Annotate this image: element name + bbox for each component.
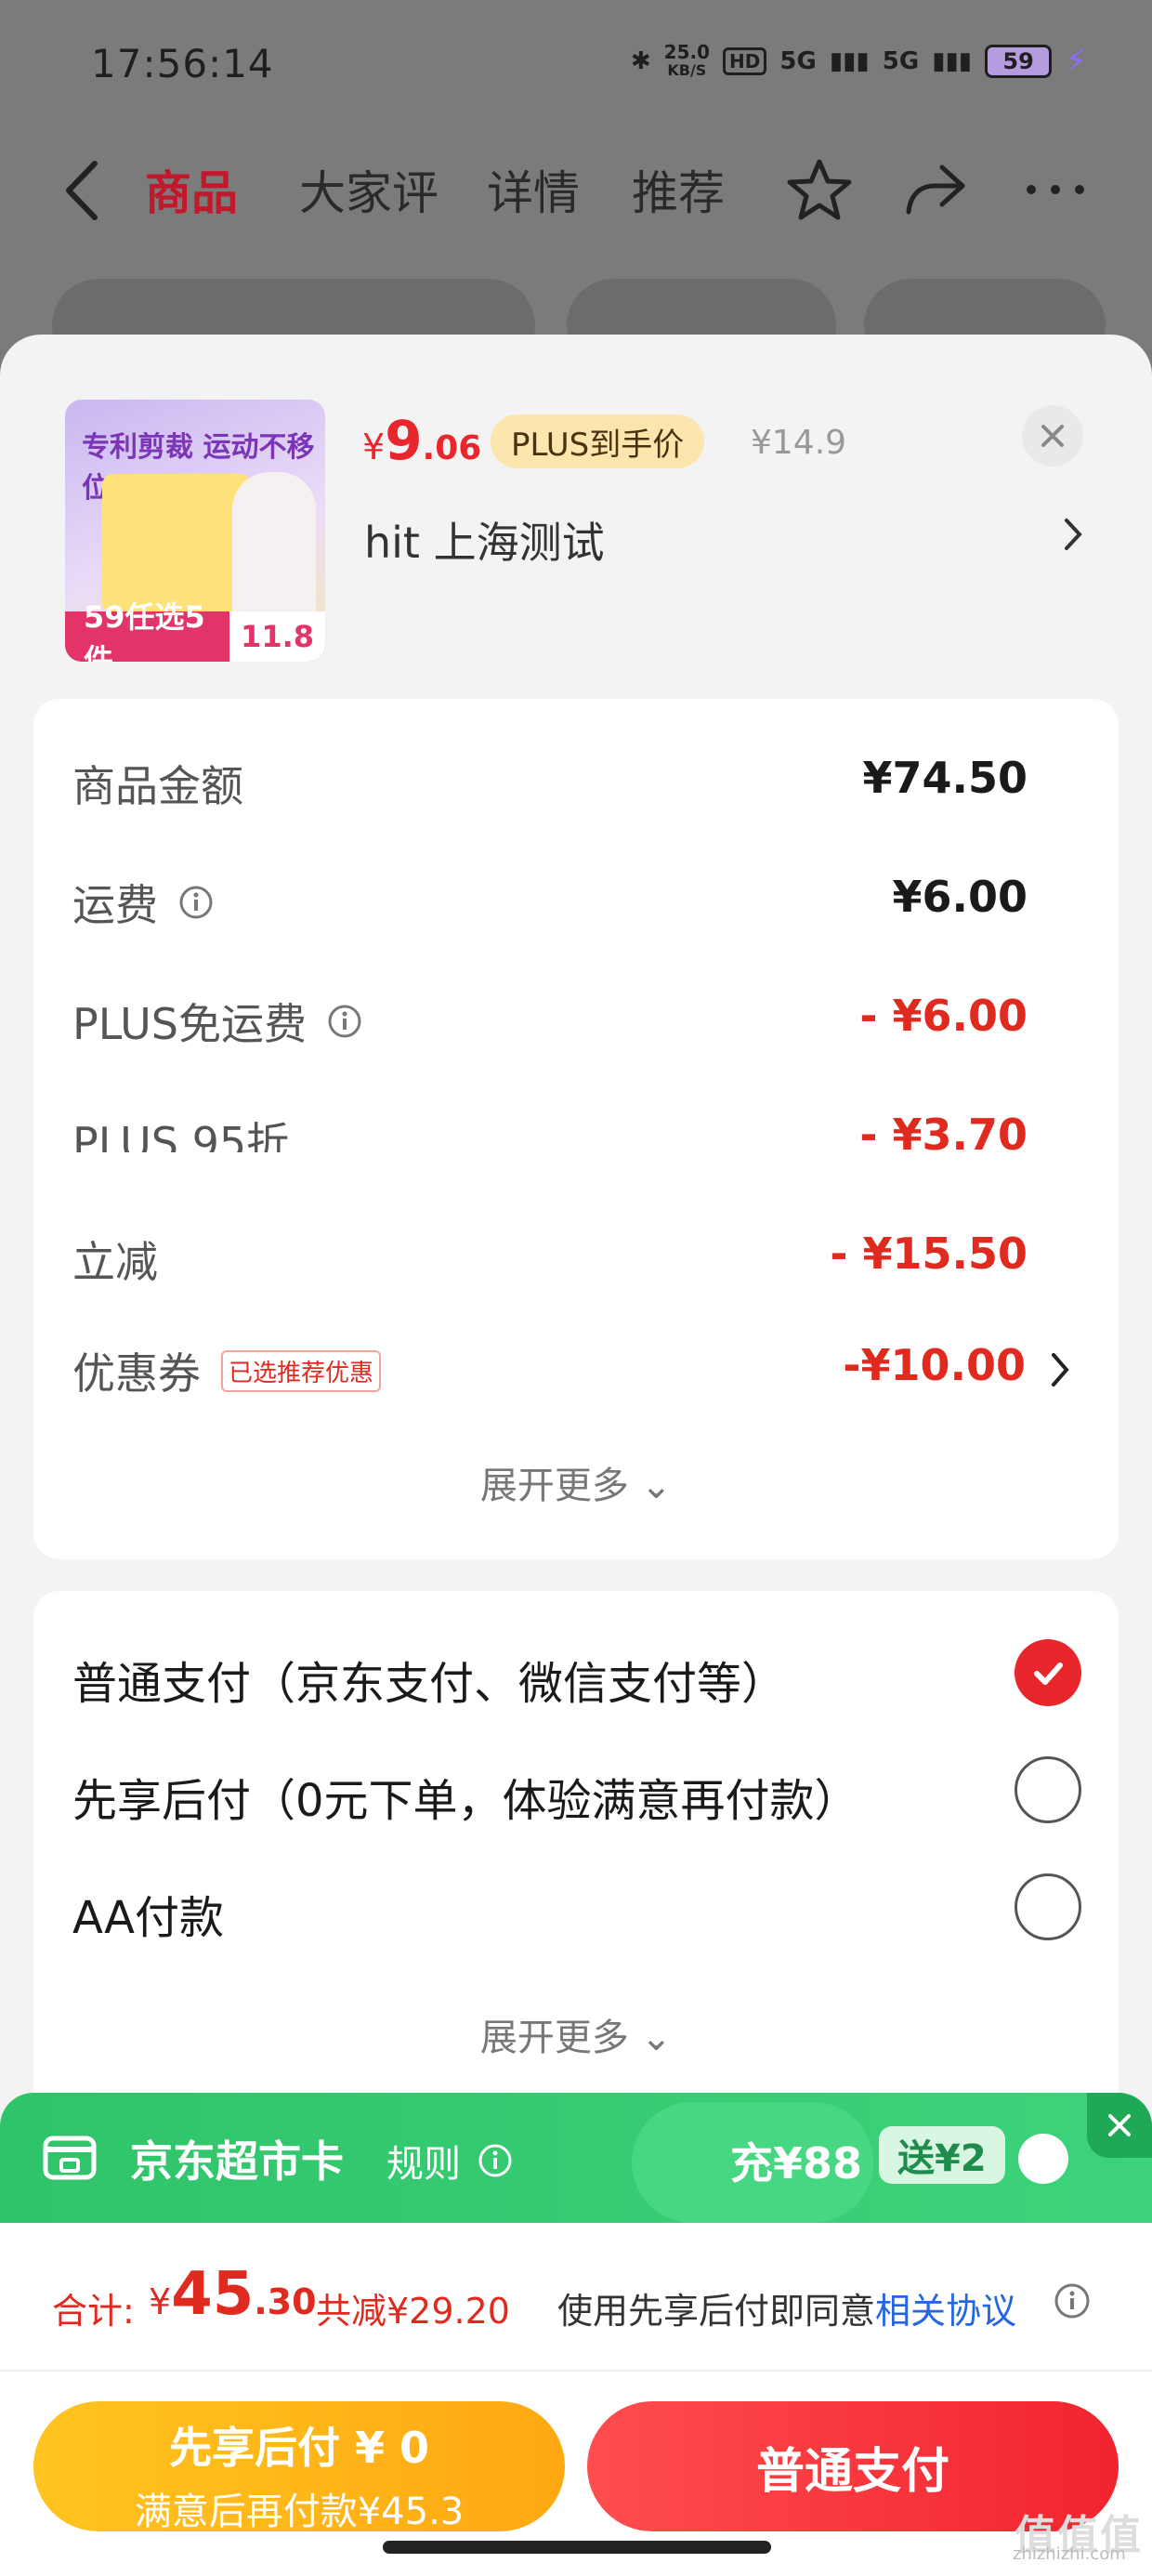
total-amount: ¥45.30: [149, 2260, 317, 2329]
price-summary-card: 商品金额 ¥74.50 运费 ¥6.00 PLUS免运费 - ¥6.00 PLU…: [33, 699, 1119, 1186]
payment-option[interactable]: 先享后付（0元下单，体验满意再付款）: [72, 1756, 1119, 1831]
charging-icon: ⚡: [1065, 43, 1087, 80]
star-icon[interactable]: [786, 156, 853, 223]
card-icon: [43, 2136, 97, 2180]
product-price: ¥9.06: [362, 409, 482, 472]
total-label: 合计:: [52, 2291, 135, 2332]
footer: 先享后付 ¥ 0 满意后再付款¥45.3 普通支付 值值值 zhizhizhi.…: [0, 2372, 1152, 2576]
checkbox-checked[interactable]: [1015, 1639, 1081, 1706]
supermarket-card-title: 京东超市卡: [130, 2136, 344, 2187]
battery-icon: 59: [985, 45, 1053, 78]
product-thumbnail: 专利剪裁 运动不移位 59任选5件 11.8: [65, 400, 325, 662]
payment-methods-card: 普通支付（京东支付、微信支付等） 先享后付（0元下单，体验满意再付款） AA付款…: [33, 1591, 1119, 2111]
tab-details[interactable]: 详情: [487, 156, 580, 223]
agreement-link[interactable]: 相关协议: [875, 2291, 1016, 2332]
chevron-right-icon[interactable]: [1050, 1351, 1070, 1388]
supermarket-card-bar: 京东超市卡 规则 充¥88 送¥2: [0, 2093, 1152, 2223]
summary-row: 商品金额 ¥74.50: [72, 753, 1028, 811]
more-icon[interactable]: [1022, 156, 1089, 223]
close-icon: [1108, 2114, 1131, 2136]
info-icon: [478, 2144, 512, 2177]
check-icon: [1034, 1663, 1063, 1685]
chevron-right-icon[interactable]: [1059, 513, 1087, 556]
coupon-tag: 已选推荐优惠: [221, 1349, 382, 1392]
status-time: 17:56:14: [91, 41, 274, 86]
tab-reviews[interactable]: 大家评: [299, 156, 439, 223]
status-bar: 17:56:14 ✱ 25.0 KB/S HD 5G ▮▮▮ 5G ▮▮▮ 59…: [0, 0, 1152, 130]
gift-badge: 送¥2: [879, 2126, 1005, 2184]
top-nav: 商品 大家评 详情 推荐: [0, 139, 1152, 242]
bluetooth-icon: ✱: [630, 47, 651, 75]
signal-bars-icon-2: ▮▮▮: [932, 47, 973, 75]
info-icon[interactable]: [327, 1004, 362, 1039]
payment-option[interactable]: AA付款: [72, 1873, 1119, 1948]
supermarket-card-radio[interactable]: [1018, 2134, 1068, 2184]
price-summary-card-cont: 立减 - ¥15.50 优惠券 已选推荐优惠 -¥10.00 展开更多 ⌄: [33, 1152, 1119, 1559]
expand-more-button[interactable]: 展开更多 ⌄: [33, 1455, 1119, 1509]
thumb-package: [102, 474, 251, 613]
thumb-model: [232, 472, 316, 621]
back-arrow-icon[interactable]: [58, 158, 110, 223]
expand-more-button[interactable]: 展开更多 ⌄: [33, 2007, 1119, 2061]
summary-row: 运费 ¥6.00: [72, 872, 1028, 930]
close-button[interactable]: [1087, 2093, 1152, 2158]
agreement-text: 使用先享后付即同意相关协议: [557, 2291, 1017, 2332]
info-icon[interactable]: [178, 885, 214, 920]
plus-price-tag: PLUS到手价: [491, 414, 705, 468]
summary-row: 立减 - ¥15.50: [72, 1229, 1028, 1287]
close-icon: [1041, 425, 1064, 447]
home-indicator[interactable]: [383, 2541, 771, 2554]
pay-later-button[interactable]: 先享后付 ¥ 0 满意后再付款¥45.3: [33, 2401, 565, 2533]
network-speed: 25.0 KB/S: [663, 41, 711, 79]
total-saved: 共减¥29.20: [316, 2291, 510, 2332]
info-icon[interactable]: [1054, 2282, 1091, 2320]
rule-link[interactable]: 规则: [386, 2134, 513, 2188]
original-price: ¥14.9: [751, 424, 847, 462]
charge-amount: 充¥88: [730, 2138, 863, 2188]
signal-5g-icon: 5G: [779, 47, 817, 75]
hd-icon: HD: [723, 47, 767, 75]
status-icons: ✱ 25.0 KB/S HD 5G ▮▮▮ 5G ▮▮▮ 59 ⚡: [631, 43, 1087, 80]
tab-goods[interactable]: 商品: [145, 156, 238, 223]
tab-recommend[interactable]: 推荐: [632, 156, 725, 223]
product-spec[interactable]: hit 上海测试: [364, 509, 605, 571]
payment-option[interactable]: 普通支付（京东支付、微信支付等）: [72, 1639, 1119, 1714]
total-bar: 合计: ¥45.30 共减¥29.20 使用先享后付即同意相关协议: [0, 2223, 1152, 2372]
close-button[interactable]: [1022, 405, 1083, 467]
chevron-down-icon: ⌄: [640, 2017, 673, 2059]
signal-bars-icon: ▮▮▮: [829, 47, 870, 75]
chevron-down-icon: ⌄: [640, 1465, 673, 1507]
thumb-badge: 59任选5件 11.8: [65, 599, 325, 662]
watermark: zhizhizhi.com: [1013, 2544, 1126, 2564]
share-icon[interactable]: [901, 156, 968, 223]
radio-unchecked[interactable]: [1015, 1756, 1081, 1823]
radio-unchecked[interactable]: [1015, 1873, 1081, 1940]
coupon-row[interactable]: 优惠券 已选推荐优惠 -¥10.00: [72, 1340, 1119, 1405]
signal-5g-icon-2: 5G: [882, 47, 920, 75]
summary-row: PLUS免运费 - ¥6.00: [72, 991, 1028, 1049]
